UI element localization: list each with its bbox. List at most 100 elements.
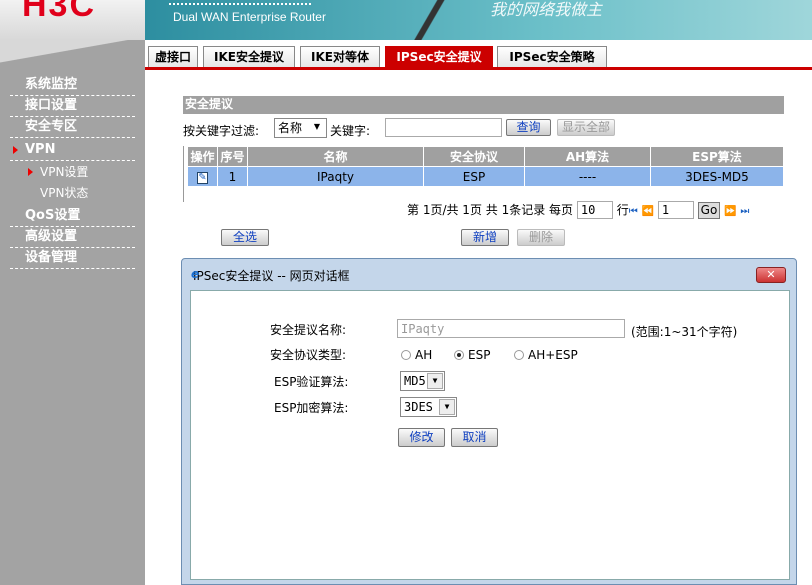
sidebar-item-qos[interactable]: QoS设置 (10, 206, 135, 227)
tab-bar: 虚接口 IKE安全提议 IKE对等体 IPSec安全提议 IPSec安全策略 (145, 44, 812, 70)
selected-value: MD5 (404, 374, 426, 388)
label: 设备管理 (25, 250, 78, 265)
col-ah: AH算法 (524, 146, 651, 167)
ipsec-proposal-dialog: e IPSec安全提议 -- 网页对话框 ✕ 安全提议名称: (范围:1~31个… (181, 258, 797, 585)
page-input[interactable] (657, 201, 694, 219)
radio-ah-esp[interactable]: AH+ESP (514, 348, 578, 362)
tab-virtual-interface[interactable]: 虚接口 (148, 46, 198, 67)
sidebar-item-system-monitor[interactable]: 系统监控 (10, 75, 135, 96)
logo: H3C (22, 0, 97, 24)
enc-label: ESP加密算法: (274, 401, 349, 415)
sidebar-item-interface[interactable]: 接口设置 (10, 96, 135, 117)
label: VPN设置 (40, 165, 89, 179)
pager-rows-label: 行 (616, 203, 629, 217)
select-all-button[interactable]: 全选 (221, 229, 269, 246)
header-banner: Dual WAN Enterprise Router 我的网络我做主 (145, 0, 812, 40)
next-page-icon[interactable]: ⏩ (724, 206, 736, 217)
row-ah: ---- (524, 166, 651, 187)
close-button[interactable]: ✕ (756, 267, 786, 283)
filter-field-select[interactable]: 名称 ▼ (274, 118, 327, 138)
sidebar-item-device[interactable]: 设备管理 (10, 248, 135, 269)
col-protocol: 安全协议 (423, 146, 525, 167)
dialog-title: IPSec安全提议 -- 网页对话框 (193, 269, 350, 283)
row-name: IPaqty (247, 166, 424, 187)
proposal-table: 操作 序号 名称 安全协议 AH算法 ESP算法 ✎ 1 IPaqty ESP … (187, 146, 784, 187)
label: 安全专区 (25, 119, 78, 134)
keyword-label: 关键字: (330, 124, 371, 138)
auth-algorithm-select[interactable]: MD5 ▼ (400, 371, 445, 391)
modify-button[interactable]: 修改 (398, 428, 445, 447)
delete-button[interactable]: 删除 (517, 229, 565, 246)
query-button[interactable]: 查询 (506, 119, 551, 136)
radio-esp[interactable]: ESP (454, 348, 490, 362)
label: 系统监控 (25, 77, 78, 92)
auth-label: ESP验证算法: (274, 375, 349, 389)
sidebar-decoration (0, 40, 145, 70)
product-subtitle: Dual WAN Enterprise Router (173, 10, 326, 24)
sidebar-item-vpn-status[interactable]: VPN状态 (10, 183, 135, 204)
cancel-button[interactable]: 取消 (451, 428, 498, 447)
label: VPN (25, 142, 56, 157)
tab-ipsec-proposal[interactable]: IPSec安全提议 (385, 46, 493, 67)
radio-checked-icon (454, 350, 464, 360)
name-hint: (范围:1~31个字符) (631, 325, 738, 339)
divider (183, 146, 184, 202)
col-index: 序号 (217, 146, 248, 167)
per-page-input[interactable] (576, 201, 613, 219)
option-label: AH+ESP (528, 348, 578, 362)
sidebar-item-advanced[interactable]: 高级设置 (10, 227, 135, 248)
edit-icon[interactable]: ✎ (187, 166, 218, 187)
option-label: AH (415, 348, 433, 362)
row-protocol: ESP (423, 166, 525, 187)
col-action: 操作 (187, 146, 218, 167)
last-page-icon[interactable]: ⏭ (740, 206, 749, 217)
filter-label: 按关键字过滤: (183, 124, 260, 138)
row-esp: 3DES-MD5 (650, 166, 784, 187)
col-name: 名称 (247, 146, 424, 167)
label: QoS设置 (25, 208, 81, 223)
ie-icon: e (191, 267, 200, 281)
label: 高级设置 (25, 229, 78, 244)
first-page-icon[interactable]: ⏮ (629, 206, 638, 217)
dialog-title-bar: e IPSec安全提议 -- 网页对话框 (191, 267, 350, 284)
selected-value: 名称 (278, 121, 303, 135)
sidebar-item-security[interactable]: 安全专区 (10, 117, 135, 138)
tab-ike-proposal[interactable]: IKE安全提议 (203, 46, 295, 67)
arrow-icon (28, 168, 33, 176)
section-title: 安全提议 (183, 96, 784, 114)
pager-info: 第 1页/共 1页 共 1条记录 每页 (407, 203, 574, 217)
label: VPN状态 (40, 186, 89, 200)
divider (169, 3, 311, 5)
keyword-input[interactable] (385, 118, 502, 137)
label: 接口设置 (25, 98, 78, 113)
radio-icon (401, 350, 411, 360)
row-index: 1 (217, 166, 248, 187)
sidebar-item-vpn[interactable]: VPN (10, 140, 135, 161)
chevron-down-icon: ▼ (439, 399, 455, 415)
col-esp: ESP算法 (650, 146, 784, 167)
logo-area: H3C (0, 0, 145, 40)
tab-ike-peer[interactable]: IKE对等体 (300, 46, 380, 67)
go-button[interactable]: Go (697, 202, 721, 219)
dialog-body: 安全提议名称: (范围:1~31个字符) 安全协议类型: AH ESP AH+E… (190, 290, 790, 580)
name-label: 安全提议名称: (270, 323, 347, 337)
chevron-down-icon: ▼ (427, 373, 443, 389)
table-row[interactable]: ✎ 1 IPaqty ESP ---- 3DES-MD5 (187, 166, 784, 187)
chevron-down-icon: ▼ (313, 122, 321, 131)
selected-value: 3DES (404, 400, 433, 414)
banner-graphic (395, 0, 485, 40)
radio-icon (514, 350, 524, 360)
add-button[interactable]: 新增 (461, 229, 509, 246)
sidebar-item-vpn-settings[interactable]: VPN设置 (10, 162, 135, 183)
tab-ipsec-policy[interactable]: IPSec安全策略 (497, 46, 607, 67)
table-header: 操作 序号 名称 安全协议 AH算法 ESP算法 (187, 146, 784, 167)
arrow-icon (13, 146, 18, 154)
slogan: 我的网络我做主 (490, 0, 603, 19)
show-all-button[interactable]: 显示全部 (557, 119, 615, 136)
type-label: 安全协议类型: (270, 348, 347, 362)
enc-algorithm-select[interactable]: 3DES ▼ (400, 397, 457, 417)
radio-ah[interactable]: AH (401, 348, 432, 362)
pager: 第 1页/共 1页 共 1条记录 每页 行⏮ ⏪ Go ⏩ ⏭ (407, 201, 749, 220)
prev-page-icon[interactable]: ⏪ (642, 206, 654, 217)
proposal-name-input[interactable] (397, 319, 625, 338)
